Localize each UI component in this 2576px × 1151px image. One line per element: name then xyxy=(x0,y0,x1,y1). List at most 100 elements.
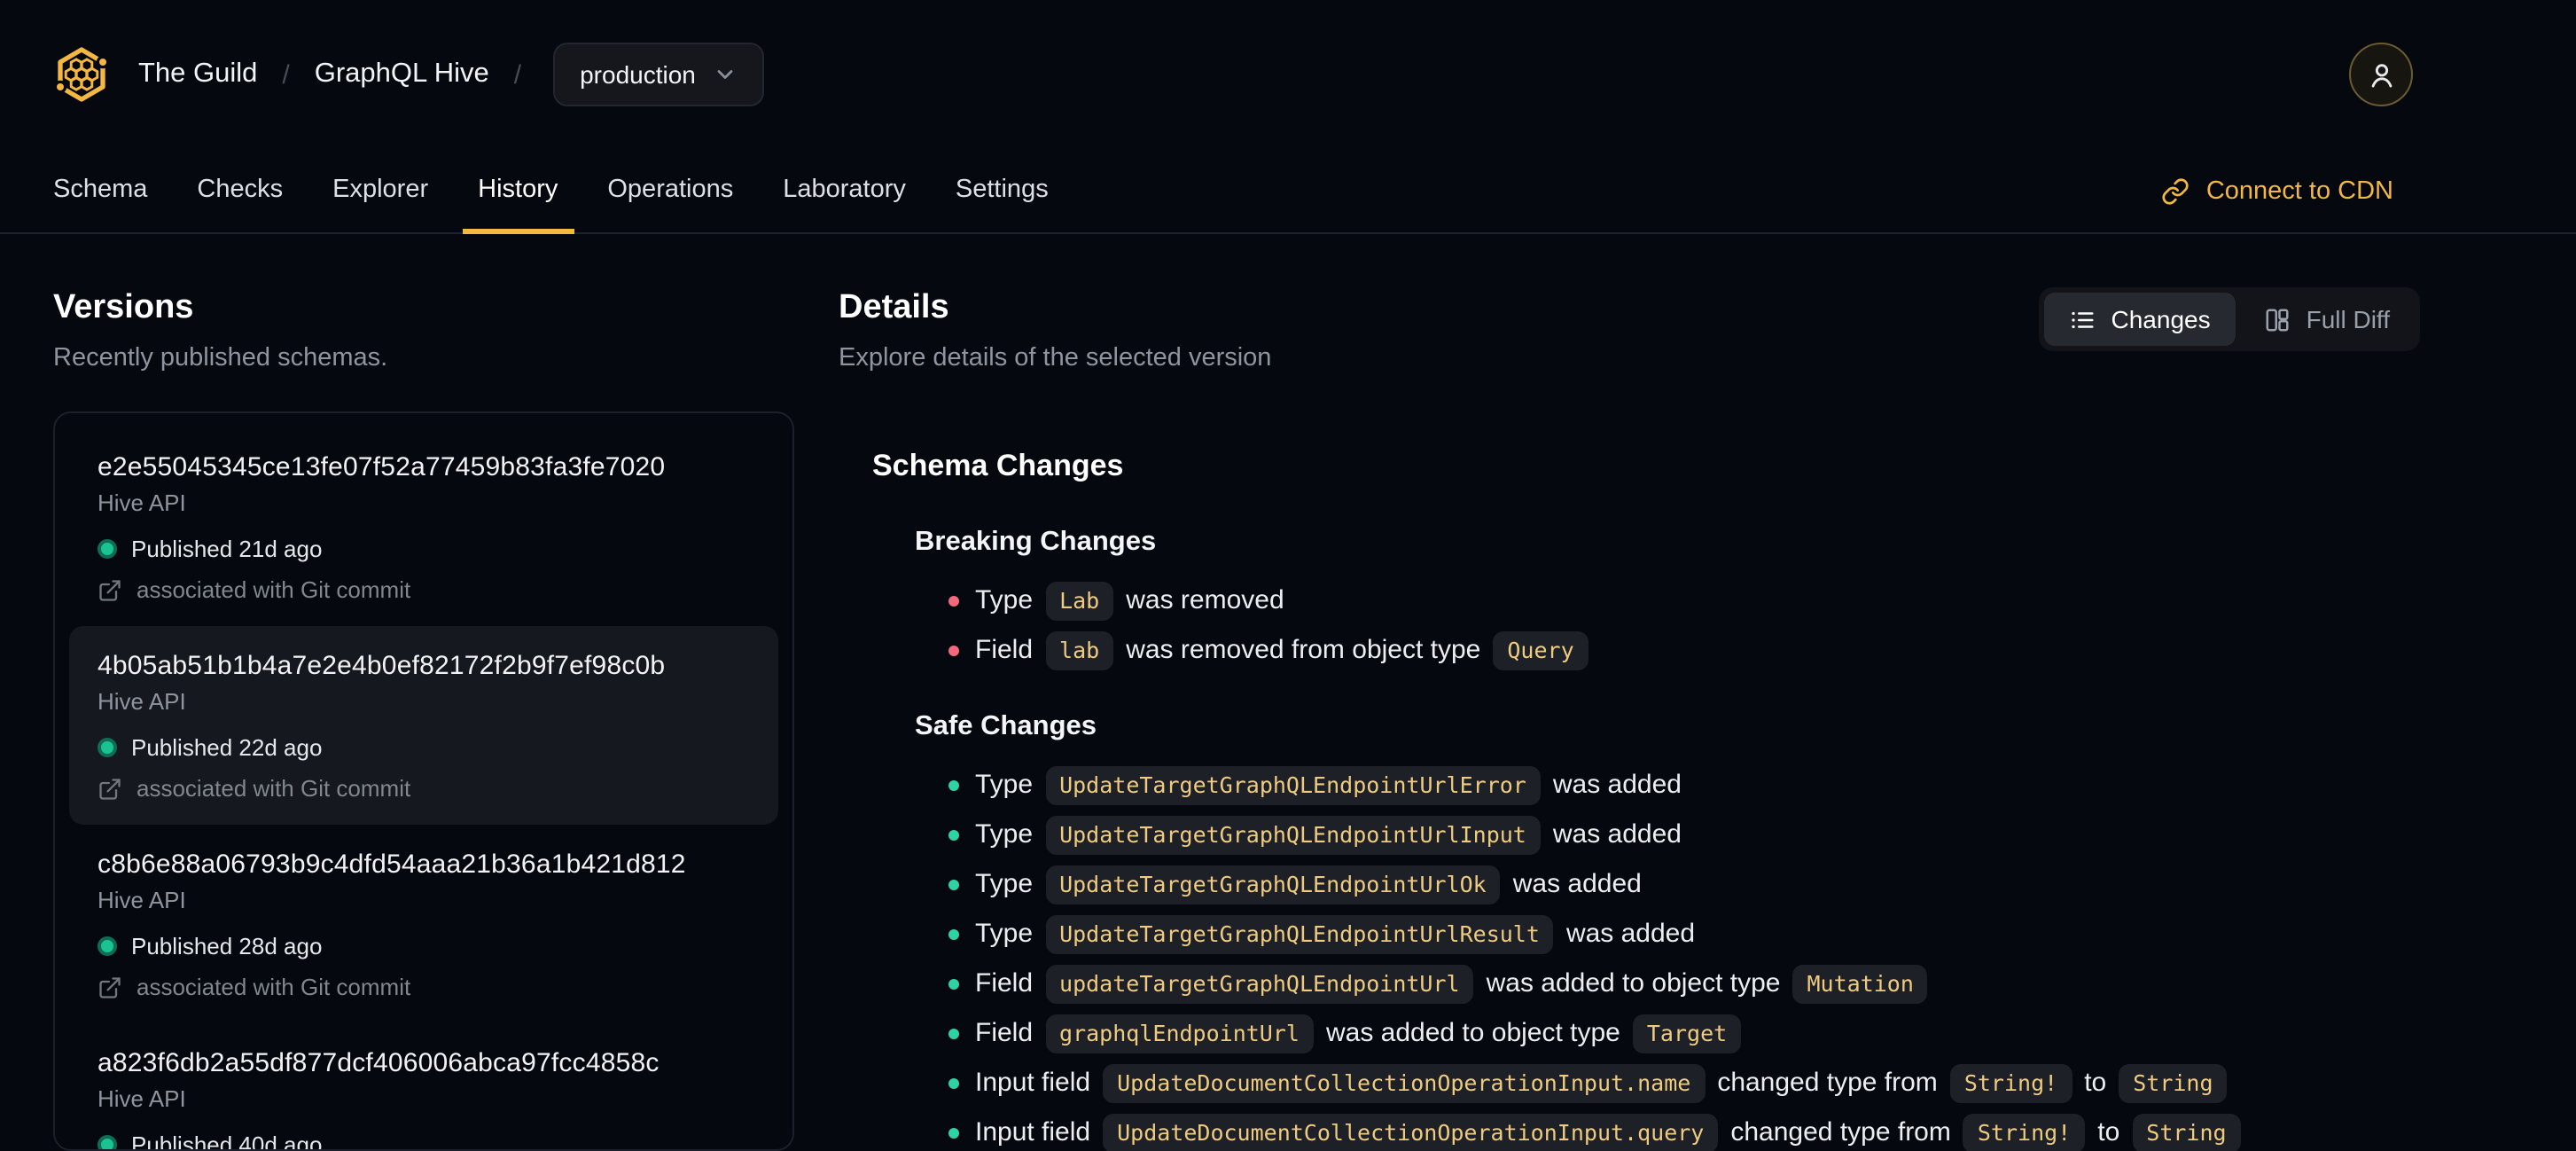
change-sections: Breaking Changes Type Lab was removed Fiel… xyxy=(872,525,2420,1151)
tab-label: History xyxy=(478,175,558,203)
target-selector[interactable]: production xyxy=(553,43,765,106)
version-hash: a823f6db2a55df877dcf406006abca97fcc4858c xyxy=(98,1048,660,1078)
version-published-row: Published 21d ago xyxy=(98,536,750,562)
code-badge: UpdateDocumentCollectionOperationInput.q… xyxy=(1103,1114,1719,1151)
toggle-changes-button[interactable]: Changes xyxy=(2043,293,2236,346)
git-commit-link[interactable]: associated with Git commit xyxy=(98,576,750,603)
app-header: The Guild / GraphQL Hive / production xyxy=(0,0,2576,149)
tab-checks[interactable]: Checks xyxy=(181,149,299,234)
bullet-icon xyxy=(948,830,959,841)
change-list-item: Field lab was removed from object type Quer… xyxy=(948,631,2420,670)
tab-explorer[interactable]: Explorer xyxy=(316,149,444,234)
columns-icon xyxy=(2266,308,2289,331)
version-list-item[interactable]: a823f6db2a55df877dcf406006abca97fcc4858c… xyxy=(69,1023,778,1151)
toggle-full-diff-button[interactable]: Full Diff xyxy=(2239,293,2415,346)
bullet-icon xyxy=(948,880,959,890)
version-list-item[interactable]: c8b6e88a06793b9c4dfd54aaa21b36a1b421d812… xyxy=(69,825,778,1023)
change-text: to xyxy=(2097,1117,2120,1147)
code-badge: UpdateTargetGraphQLEndpointUrlError xyxy=(1045,766,1541,805)
version-published-row: Published 22d ago xyxy=(98,734,750,761)
published-status-dot xyxy=(98,539,117,559)
git-commit-link[interactable]: associated with Git commit xyxy=(98,775,750,802)
change-text: changed type from xyxy=(1717,1068,1938,1098)
versions-panel: Versions Recently published schemas. e2e… xyxy=(53,287,794,1151)
code-badge: String! xyxy=(1949,1064,2073,1103)
breadcrumb-separator: / xyxy=(282,59,290,90)
code-badge: lab xyxy=(1045,631,1114,670)
code-badge: Query xyxy=(1493,631,1589,670)
details-header: Details Explore details of the selected … xyxy=(839,287,2420,376)
tab-list: Schema Checks Explorer History Operations Lab… xyxy=(37,149,1065,234)
breadcrumb-project[interactable]: GraphQL Hive xyxy=(315,59,489,90)
tab-label: Explorer xyxy=(332,175,429,203)
published-status-dot xyxy=(98,936,117,956)
code-badge: UpdateDocumentCollectionOperationInput.n… xyxy=(1103,1064,1706,1103)
change-text: was removed from object type xyxy=(1126,635,1481,665)
tab-label: Schema xyxy=(53,175,148,203)
version-published-label: Published 40d ago xyxy=(131,1131,323,1151)
tab-schema[interactable]: Schema xyxy=(37,149,163,234)
version-service: Hive API xyxy=(98,887,186,913)
change-text: Type xyxy=(975,919,1034,949)
tab-history[interactable]: History xyxy=(462,149,574,234)
details-title: Details xyxy=(839,289,949,326)
git-commit-link[interactable]: associated with Git commit xyxy=(98,974,750,1000)
version-hash: 4b05ab51b1b4a7e2e4b0ef82172f2b9f7ef98c0b xyxy=(98,651,666,681)
external-link-icon xyxy=(99,778,121,799)
change-text: to xyxy=(2084,1068,2107,1098)
version-published-label: Published 21d ago xyxy=(131,536,323,562)
connect-to-cdn-button[interactable]: Connect to CDN xyxy=(2162,149,2393,232)
change-text: Field xyxy=(975,968,1034,998)
change-list-item: Type Lab was removed xyxy=(948,582,2420,621)
hive-logo-icon[interactable] xyxy=(53,46,110,103)
change-text: Input field xyxy=(975,1068,1091,1098)
code-badge: UpdateTargetGraphQLEndpointUrlInput xyxy=(1045,816,1541,855)
user-icon xyxy=(2370,63,2392,87)
change-list: Type Lab was removed Field lab was removed f… xyxy=(948,582,2420,670)
code-badge: updateTargetGraphQLEndpointUrl xyxy=(1045,965,1474,1004)
change-text: Field xyxy=(975,635,1034,665)
change-text: was added xyxy=(1552,770,1682,800)
published-status-dot xyxy=(98,1135,117,1149)
code-badge: String! xyxy=(1963,1114,2086,1151)
version-published-label: Published 28d ago xyxy=(131,933,323,959)
version-published-label: Published 22d ago xyxy=(131,734,323,761)
tab-label: Settings xyxy=(955,175,1049,203)
version-published-row: Published 40d ago xyxy=(98,1131,750,1151)
git-commit-label: associated with Git commit xyxy=(137,576,411,603)
version-hash: c8b6e88a06793b9c4dfd54aaa21b36a1b421d812 xyxy=(98,850,686,880)
change-list-item: Input field UpdateDocumentCollectionOpera… xyxy=(948,1064,2420,1103)
version-service: Hive API xyxy=(98,489,186,516)
bullet-icon xyxy=(948,1029,959,1039)
version-list-item[interactable]: 4b05ab51b1b4a7e2e4b0ef82172f2b9f7ef98c0b… xyxy=(69,626,778,825)
versions-list: e2e55045345ce13fe07f52a77459b83fa3fe7020… xyxy=(53,411,794,1151)
breadcrumb-org[interactable]: The Guild xyxy=(138,59,257,90)
tab-laboratory[interactable]: Laboratory xyxy=(767,149,922,234)
chevron-down-icon xyxy=(718,70,734,79)
change-list-item: Input field UpdateDocumentCollectionOpera… xyxy=(948,1114,2420,1151)
user-menu-button[interactable] xyxy=(2349,43,2413,106)
change-list-item: Type UpdateTargetGraphQLEndpointUrlInput w… xyxy=(948,816,2420,855)
change-text: was added xyxy=(1552,819,1682,850)
tab-settings[interactable]: Settings xyxy=(940,149,1065,234)
version-list-item[interactable]: e2e55045345ce13fe07f52a77459b83fa3fe7020… xyxy=(69,427,778,626)
schema-changes: Schema Changes Breaking Changes Type Lab w… xyxy=(839,447,2420,1151)
change-text: Type xyxy=(975,585,1034,615)
change-list-item: Field updateTargetGraphQLEndpointUrl was a… xyxy=(948,965,2420,1004)
bullet-icon xyxy=(948,1078,959,1089)
git-commit-label: associated with Git commit xyxy=(137,775,411,802)
bullet-icon xyxy=(948,929,959,940)
details-subtitle: Explore details of the selected version xyxy=(839,344,1272,372)
link-icon xyxy=(2163,177,2190,204)
bullet-icon xyxy=(948,780,959,791)
change-text: was added to object type xyxy=(1325,1018,1620,1048)
change-list-item: Type UpdateTargetGraphQLEndpointUrlResult… xyxy=(948,915,2420,954)
breadcrumb-separator: / xyxy=(513,59,522,90)
external-link-icon xyxy=(99,579,121,600)
versions-subtitle: Recently published schemas. xyxy=(53,344,388,372)
external-link-icon xyxy=(99,976,121,998)
view-toggle-group: Changes Full Diff xyxy=(2038,287,2420,351)
list-icon xyxy=(2071,310,2093,328)
tab-operations[interactable]: Operations xyxy=(591,149,749,234)
app-root: The Guild / GraphQL Hive / production Sc… xyxy=(0,0,2576,1151)
